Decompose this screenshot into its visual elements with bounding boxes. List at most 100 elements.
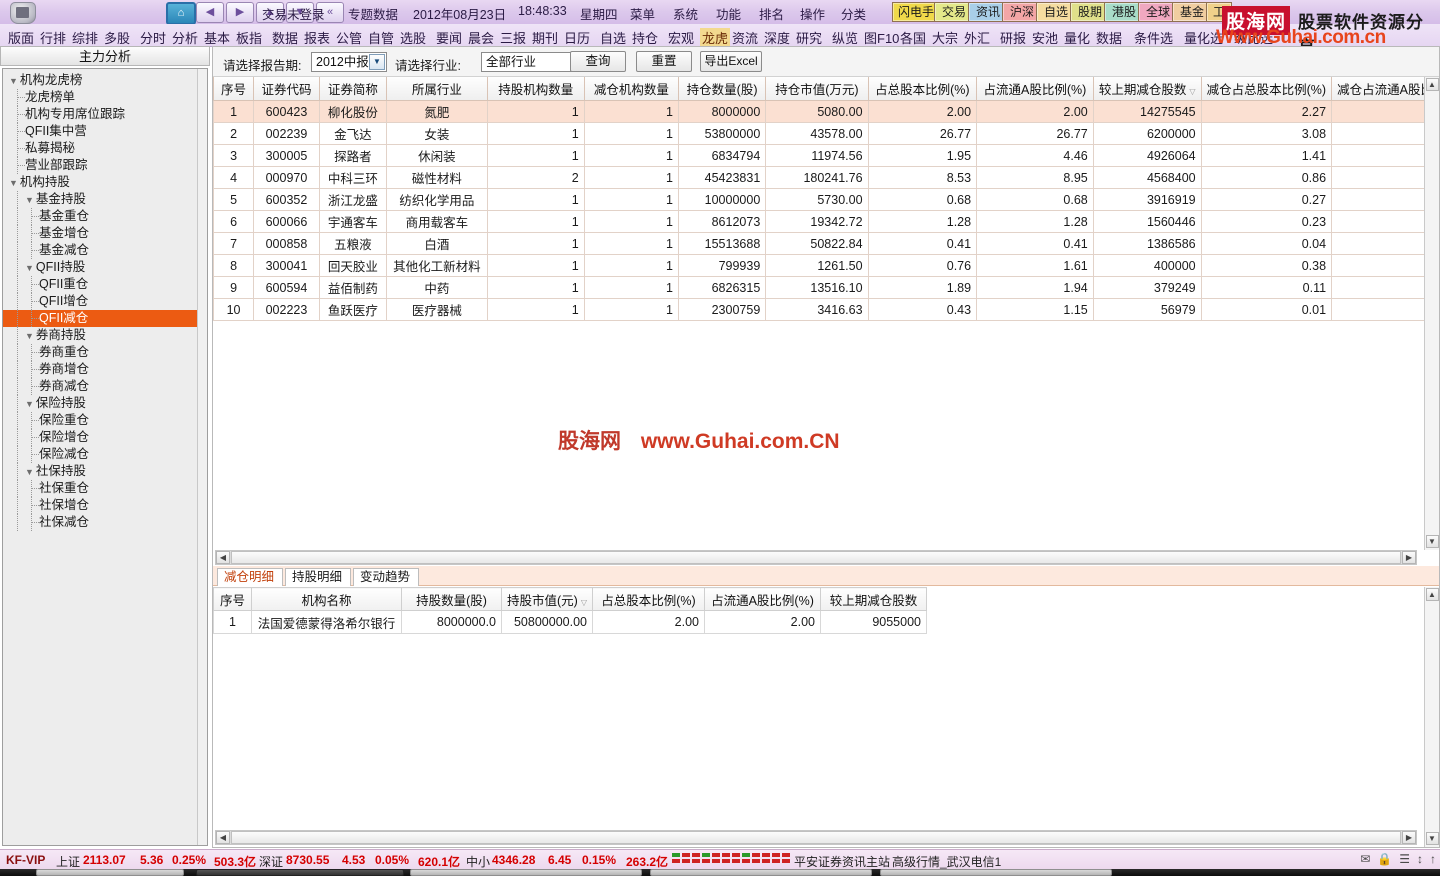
tab-qikan[interactable]: 期刊: [532, 28, 558, 47]
sidebar-item-2[interactable]: 机构专用席位跟踪: [3, 106, 207, 123]
tab-longhu[interactable]: 龙虎: [700, 28, 731, 47]
sidebar-item-19[interactable]: ▼ 保险持股: [3, 395, 207, 412]
table-row[interactable]: 6 600066 宇通客车 商用载客车 1 1 8612073 19342.72 1.28 1.2…: [212, 210, 1439, 233]
home-icon[interactable]: ⌂: [166, 2, 196, 25]
scroll-down-icon[interactable]: ▼: [1425, 832, 1439, 845]
sidebar-item-15[interactable]: ▼ 券商持股: [3, 327, 207, 344]
query-button[interactable]: 查询: [570, 51, 626, 72]
menu-item-category[interactable]: 分类: [841, 4, 866, 23]
sidebar-item-8[interactable]: 基金重仓: [3, 208, 207, 225]
column-header-9[interactable]: 占流通A股比例(%): [976, 77, 1094, 101]
lock-icon[interactable]: 🔒: [1377, 852, 1392, 866]
tab-gongguan[interactable]: 公管: [336, 28, 362, 47]
tab-baobiao[interactable]: 报表: [304, 28, 330, 47]
column-header-12[interactable]: 减仓占流通A股比: [1331, 77, 1439, 101]
detail-table-container[interactable]: 序号 机构名称 持股数量(股) 持股市值(元) ▽ 占总股本比例(%) 占流通A股比例(%)…: [213, 587, 927, 634]
sidebar-item-17[interactable]: 券商增仓: [3, 361, 207, 378]
sort-desc-icon[interactable]: ▽: [1189, 87, 1195, 96]
tab-hangpai[interactable]: 行排: [40, 28, 66, 47]
column-header-11[interactable]: 减仓占总股本比例(%): [1200, 77, 1333, 101]
export-excel-button[interactable]: 导出Excel: [700, 51, 762, 72]
detail-table[interactable]: 序号 机构名称 持股数量(股) 持股市值(元) ▽ 占总股本比例(%) 占流通A股比例(%)…: [213, 587, 927, 634]
tab-yaowen[interactable]: 要闻: [436, 28, 462, 47]
column-header-2[interactable]: 持股数量(股): [401, 587, 502, 611]
detail-header-row[interactable]: 序号 机构名称 持股数量(股) 持股市值(元) ▽ 占总股本比例(%) 占流通A股比例(%)…: [213, 587, 927, 611]
updown-icon[interactable]: ↑: [1430, 852, 1436, 866]
hscroll-track[interactable]: [230, 551, 1402, 564]
detail-table-hscrollbar[interactable]: ◀ ▶: [215, 830, 1417, 845]
column-header-5[interactable]: 占流通A股比例(%): [703, 587, 821, 611]
mail-icon[interactable]: ✉: [1360, 852, 1370, 866]
tab-reduce-detail[interactable]: 减仓明细: [217, 568, 284, 586]
table-header-row[interactable]: 序号 证券代码 证券简称 所属行业 持股机构数量 减仓机构数量 持仓数量(股) 持仓市值(万元…: [212, 77, 1439, 101]
tab-shuju[interactable]: 数据: [272, 28, 298, 47]
chevron-down-icon[interactable]: ▼: [25, 331, 34, 341]
sidebar-item-23[interactable]: ▼ 社保持股: [3, 463, 207, 480]
scroll-left-icon[interactable]: ◀: [216, 551, 230, 564]
sidebar-item-16[interactable]: 券商重仓: [3, 344, 207, 361]
menu-item-menu[interactable]: 菜单: [630, 4, 655, 23]
column-header-0[interactable]: 序号: [213, 587, 252, 611]
sidebar-item-24[interactable]: 社保重仓: [3, 480, 207, 497]
sidebar-item-20[interactable]: 保险重仓: [3, 412, 207, 429]
sidebar-item-22[interactable]: 保险减仓: [3, 446, 207, 463]
tab-zongpai[interactable]: 综排: [72, 28, 98, 47]
table-row[interactable]: 3 300005 探路者 休闲装 1 1 6834794 11974.56 1.95 4.46 49…: [212, 144, 1439, 167]
sidebar-item-26[interactable]: 社保减仓: [3, 514, 207, 531]
menu-item-system[interactable]: 系统: [673, 4, 698, 23]
tab-waihui[interactable]: 外汇: [964, 28, 990, 47]
column-header-1[interactable]: 机构名称: [251, 587, 402, 611]
taskbar-item[interactable]: [36, 869, 184, 876]
table-row[interactable]: 2 002239 金飞达 女装 1 1 53800000 43578.00 26.77 26.77…: [212, 122, 1439, 145]
tab-fenxi[interactable]: 分析: [172, 28, 198, 47]
sidebar-tree[interactable]: ▼ 机构龙虎榜 龙虎榜单 机构专用席位跟踪 QFII集中营 私募揭秘 营业部跟踪 ▼ 机构持股 ▼…: [2, 68, 208, 846]
scroll-down-icon[interactable]: ▼: [1425, 535, 1439, 548]
menu-item-operation[interactable]: 操作: [800, 4, 825, 23]
column-header-7[interactable]: 持仓市值(万元): [765, 77, 869, 101]
sidebar-item-0[interactable]: ▼ 机构龙虎榜: [3, 72, 207, 89]
sidebar-item-1[interactable]: 龙虎榜单: [3, 89, 207, 106]
system-tray[interactable]: ✉ 🔒 ☰ ↕ ↑: [1360, 852, 1436, 866]
scroll-right-icon[interactable]: ▶: [1402, 831, 1416, 844]
tab-zonglan[interactable]: 纵览: [832, 28, 858, 47]
tab-banzhi[interactable]: 板指: [236, 28, 262, 47]
sidebar-item-5[interactable]: 营业部跟踪: [3, 157, 207, 174]
signal-icon[interactable]: ☰: [1399, 852, 1410, 866]
tab-dazong[interactable]: 大宗: [932, 28, 958, 47]
sidebar-item-12[interactable]: QFII重仓: [3, 276, 207, 293]
column-header-3[interactable]: 所属行业: [385, 77, 488, 101]
sidebar-item-13[interactable]: QFII增仓: [3, 293, 207, 310]
tab-geguo[interactable]: 各国: [900, 28, 926, 47]
network-icon[interactable]: ↕: [1417, 852, 1423, 866]
sidebar-item-21[interactable]: 保险增仓: [3, 429, 207, 446]
scroll-right-icon[interactable]: ▶: [1402, 551, 1416, 564]
sort-desc-icon[interactable]: ▽: [581, 598, 587, 607]
color-button-shandianshou[interactable]: 闪电手: [892, 2, 940, 22]
column-header-10[interactable]: 较上期减仓股数 ▽: [1092, 77, 1202, 101]
chevron-down-icon[interactable]: ▼: [25, 195, 34, 205]
forward-arrow-icon[interactable]: ▶: [226, 2, 254, 23]
tab-chenhui[interactable]: 晨会: [468, 28, 494, 47]
tab-xuangu[interactable]: 选股: [400, 28, 426, 47]
table-row[interactable]: 4 000970 中科三环 磁性材料 2 1 45423831 180241.76 8.53 8.…: [212, 166, 1439, 189]
back-arrow-icon[interactable]: ◀: [196, 2, 224, 23]
sidebar-item-6[interactable]: ▼ 机构持股: [3, 174, 207, 191]
tab-change-trend[interactable]: 变动趋势: [353, 568, 420, 586]
sidebar-item-3[interactable]: QFII集中营: [3, 123, 207, 140]
column-header-1[interactable]: 证券代码: [253, 77, 320, 101]
sidebar-item-10[interactable]: 基金减仓: [3, 242, 207, 259]
tab-shendu[interactable]: 深度: [764, 28, 790, 47]
table-row[interactable]: 5 600352 浙江龙盛 纺织化学用品 1 1 10000000 5730.00 0.68 0.…: [212, 188, 1439, 211]
sidebar-item-25[interactable]: 社保增仓: [3, 497, 207, 514]
chevron-down-icon[interactable]: ▼: [25, 467, 34, 477]
table-row[interactable]: 9 600594 益佰制药 中药 1 1 6826315 13516.10 1.89 1.94 37…: [212, 276, 1439, 299]
column-header-4[interactable]: 持股机构数量: [486, 77, 585, 101]
column-header-6[interactable]: 较上期减仓股数: [819, 587, 927, 611]
column-header-4[interactable]: 占总股本比例(%): [591, 587, 705, 611]
scroll-left-icon[interactable]: ◀: [216, 831, 230, 844]
tab-zongbixuan[interactable]: 纵比选: [1234, 28, 1273, 47]
tab-rili[interactable]: 日历: [564, 28, 590, 47]
scroll-up-icon[interactable]: ▲: [1425, 78, 1439, 91]
tab-anchi[interactable]: 安池: [1032, 28, 1058, 47]
detail-tabstrip[interactable]: 减仓明细 持股明细 变动趋势: [213, 566, 1439, 586]
